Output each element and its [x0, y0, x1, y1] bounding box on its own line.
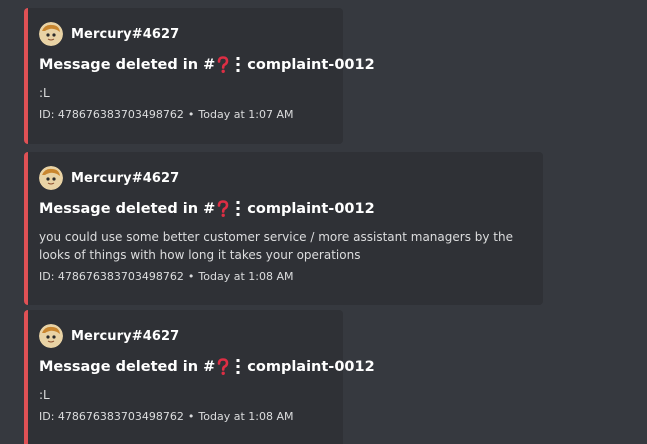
embed-title: Message deleted in # complaint-0012 [39, 54, 375, 76]
footer-separator: • [187, 108, 195, 121]
embed-description: :L [39, 86, 50, 100]
deleted-message-embed: Mercury#4627 Message deleted in # compla… [24, 152, 543, 305]
footer-timestamp: Today at 1:07 AM [198, 108, 294, 121]
embed-author-name[interactable]: Mercury#4627 [71, 27, 179, 42]
embed-title-prefix: Message deleted in # [39, 359, 216, 375]
footer-separator: • [187, 410, 195, 423]
vertical-dots-icon [236, 359, 240, 375]
avatar[interactable] [39, 166, 63, 190]
embed-footer: ID: 478676383703498762 • Today at 1:08 AM [39, 270, 527, 283]
embed-title: Message deleted in # complaint-0012 [39, 198, 527, 220]
embed-channel-name[interactable]: complaint-0012 [247, 201, 374, 217]
embed-author-name[interactable]: Mercury#4627 [71, 171, 179, 186]
avatar[interactable] [39, 324, 63, 348]
embed-author: Mercury#4627 [39, 166, 527, 190]
avatar[interactable] [39, 22, 63, 46]
embed-description: :L [39, 388, 50, 402]
footer-id: ID: 478676383703498762 [39, 410, 184, 423]
embed-author: Mercury#4627 [39, 324, 327, 348]
footer-timestamp: Today at 1:08 AM [198, 270, 294, 283]
embed-channel-name[interactable]: complaint-0012 [247, 359, 374, 375]
embed-title: Message deleted in # complaint-0012 [39, 356, 375, 378]
embed-title-prefix: Message deleted in # [39, 201, 216, 217]
embed-title-prefix: Message deleted in # [39, 57, 216, 73]
embed-author: Mercury#4627 [39, 22, 327, 46]
deleted-message-embed: Mercury#4627 Message deleted in # compla… [24, 8, 375, 144]
embed-footer: ID: 478676383703498762 • Today at 1:07 AM [39, 108, 327, 121]
vertical-dots-icon [236, 57, 240, 73]
question-mark-icon [217, 200, 229, 218]
footer-separator: • [187, 270, 195, 283]
footer-id: ID: 478676383703498762 [39, 108, 184, 121]
question-mark-icon [217, 56, 229, 74]
deleted-message-embed: Mercury#4627 Message deleted in # compla… [24, 310, 375, 444]
embed-author-name[interactable]: Mercury#4627 [71, 329, 179, 344]
footer-id: ID: 478676383703498762 [39, 270, 184, 283]
footer-timestamp: Today at 1:08 AM [198, 410, 294, 423]
question-mark-icon [217, 358, 229, 376]
embed-footer: ID: 478676383703498762 • Today at 1:08 AM [39, 410, 327, 423]
message-log-feed: Mercury#4627 Message deleted in # compla… [0, 0, 647, 444]
embed-channel-name[interactable]: complaint-0012 [247, 57, 374, 73]
vertical-dots-icon [236, 201, 240, 217]
embed-description: you could use some better customer servi… [39, 230, 513, 262]
